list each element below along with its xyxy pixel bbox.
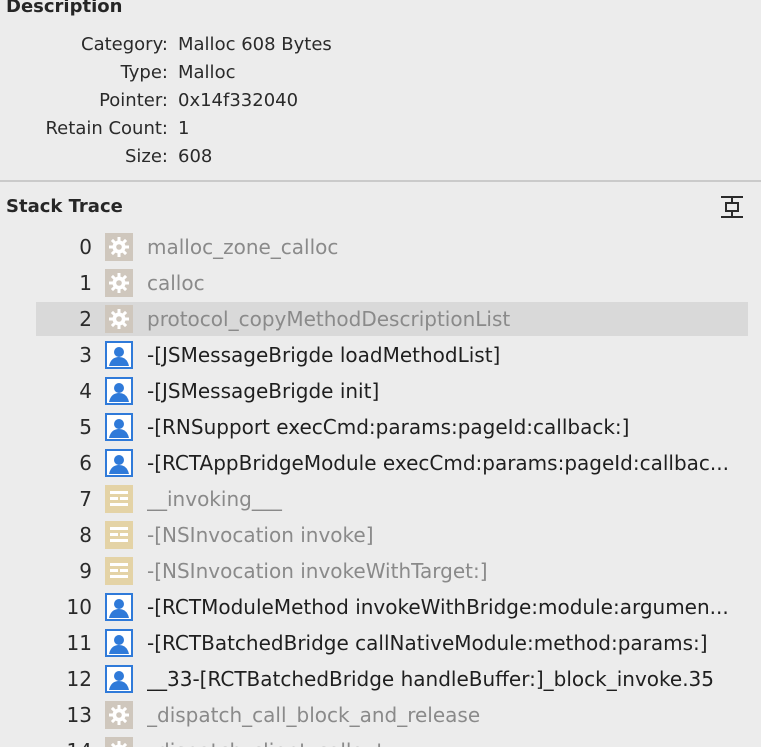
stack-frame-row[interactable]: 4 -[JSMessageBrigde init] [36, 374, 748, 408]
memory-inspector: Description Category: Malloc 608 Bytes Typ… [0, 0, 761, 747]
user-icon [105, 593, 133, 621]
frame-index: 11 [66, 631, 92, 655]
frame-symbol: malloc_zone_calloc [147, 235, 339, 259]
description-value: 1 [178, 118, 190, 139]
frame-index: 0 [79, 235, 92, 259]
collapse-all-button[interactable] [718, 193, 746, 221]
description-label: Type: [120, 62, 168, 83]
stack-frame-row[interactable]: 14 _dispatch_client_callout [36, 734, 748, 747]
stack-frame-row[interactable]: 0 malloc_zone_calloc [36, 230, 748, 264]
stack-frame-row[interactable]: 11 -[RCTBatchedBridge callNativeModule:me… [36, 626, 748, 660]
frame-index: 1 [79, 271, 92, 295]
frame-index: 6 [79, 451, 92, 475]
gear-icon [105, 269, 133, 297]
description-value: Malloc 608 Bytes [178, 34, 332, 55]
frame-symbol: -[JSMessageBrigde init] [147, 379, 380, 403]
framework-icon [105, 521, 133, 549]
user-icon [105, 413, 133, 441]
description-label: Retain Count: [45, 118, 168, 139]
frame-symbol: -[NSInvocation invokeWithTarget:] [147, 559, 488, 583]
description-row: Pointer: 0x14f332040 [0, 87, 420, 115]
stack-frame-row[interactable]: 3 -[JSMessageBrigde loadMethodList] [36, 338, 748, 372]
framework-icon [105, 485, 133, 513]
frame-symbol: -[RCTModuleMethod invokeWithBridge:modul… [147, 595, 729, 619]
description-row: Category: Malloc 608 Bytes [0, 31, 420, 59]
stack-frame-row[interactable]: 1 calloc [36, 266, 748, 300]
description-row: Retain Count: 1 [0, 115, 420, 143]
frame-index: 9 [79, 559, 92, 583]
frame-index: 5 [79, 415, 92, 439]
section-divider [0, 180, 761, 182]
description-value: Malloc [178, 62, 236, 83]
gear-icon [105, 233, 133, 261]
stack-frame-row[interactable]: 8 -[NSInvocation invoke] [36, 518, 748, 552]
frame-symbol: -[JSMessageBrigde loadMethodList] [147, 343, 501, 367]
user-icon [105, 449, 133, 477]
stack-frame-row[interactable]: 6 -[RCTAppBridgeModule execCmd:params:pag… [36, 446, 748, 480]
description-label: Pointer: [99, 90, 168, 111]
frame-index: 7 [79, 487, 92, 511]
frame-symbol: -[NSInvocation invoke] [147, 523, 374, 547]
frame-symbol: _dispatch_call_block_and_release [147, 703, 481, 727]
frame-symbol: -[RCTAppBridgeModule execCmd:params:page… [147, 451, 729, 475]
frame-symbol: __invoking___ [147, 487, 282, 511]
frame-index: 3 [79, 343, 92, 367]
stack-trace-title: Stack Trace [6, 196, 123, 217]
collapse-all-icon [721, 196, 743, 218]
frame-index: 2 [79, 307, 92, 331]
frame-index: 14 [36, 734, 92, 747]
stack-frame-row[interactable]: 7 __invoking___ [36, 482, 748, 516]
frame-index: 10 [66, 595, 92, 619]
stack-frame-row[interactable]: 9 -[NSInvocation invokeWithTarget:] [36, 554, 748, 588]
description-value: 0x14f332040 [178, 90, 299, 111]
user-icon [105, 341, 133, 369]
description-label: Size: [124, 146, 168, 167]
stack-frame-row[interactable]: 12 __33-[RCTBatchedBridge handleBuffer:]_… [36, 662, 748, 696]
user-icon [105, 377, 133, 405]
gear-icon [105, 701, 133, 729]
description-value: 608 [178, 146, 213, 167]
stack-frame-row[interactable]: 13 _dispatch_call_block_and_release [36, 698, 748, 732]
frame-symbol: -[RCTBatchedBridge callNativeModule:meth… [147, 631, 708, 655]
description-row: Size: 608 [0, 143, 420, 171]
user-icon [105, 629, 133, 657]
stack-frame-row[interactable]: 10 -[RCTModuleMethod invokeWithBridge:mod… [36, 590, 748, 624]
user-icon [105, 665, 133, 693]
framework-icon [105, 557, 133, 585]
gear-icon [105, 305, 133, 333]
frame-symbol: _dispatch_client_callout [147, 734, 748, 747]
frame-index: 8 [79, 523, 92, 547]
frame-symbol: protocol_copyMethodDescriptionList [147, 307, 511, 331]
frame-symbol: calloc [147, 271, 205, 295]
frame-index: 4 [79, 379, 92, 403]
frame-symbol: -[RNSupport execCmd:params:pageId:callba… [147, 415, 630, 439]
frame-index: 13 [66, 703, 92, 727]
stack-frame-row[interactable]: 5 -[RNSupport execCmd:params:pageId:callb… [36, 410, 748, 444]
gear-icon [105, 737, 133, 747]
frame-symbol: __33-[RCTBatchedBridge handleBuffer:]_bl… [147, 667, 715, 691]
description-label: Category: [81, 34, 168, 55]
stack-frame-row[interactable]: 2 protocol_copyMethodDescriptionList [36, 302, 748, 336]
description-row: Type: Malloc [0, 59, 420, 87]
description-title: Description [6, 0, 123, 17]
frame-index: 12 [66, 667, 92, 691]
